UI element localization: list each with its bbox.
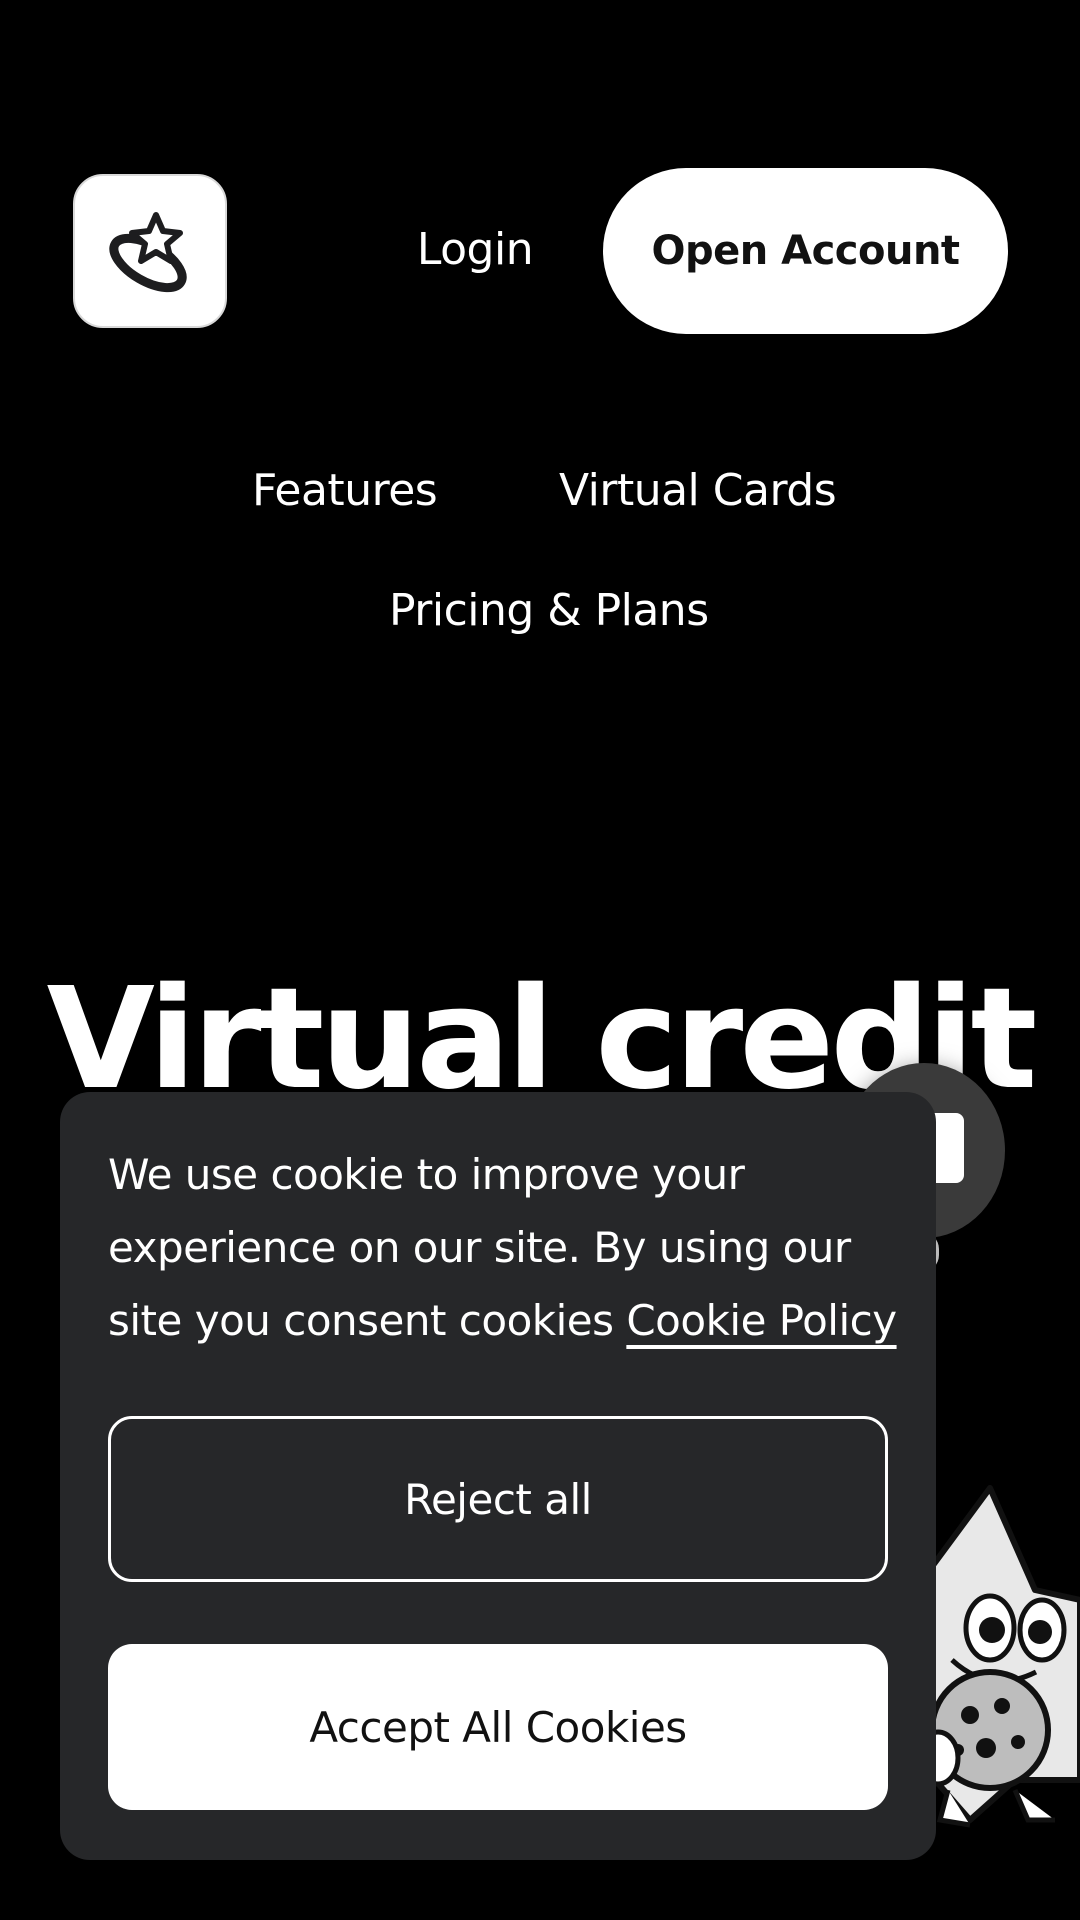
- reject-all-button[interactable]: Reject all: [108, 1416, 888, 1582]
- nav-item-features[interactable]: Features: [252, 461, 438, 521]
- cookie-consent-panel: We use cookie to improve your experience…: [60, 1092, 936, 1860]
- cookie-message: We use cookie to improve your experience…: [108, 1138, 908, 1357]
- cookie-policy-link[interactable]: Cookie Policy: [626, 1296, 897, 1345]
- nav-item-pricing-plans[interactable]: Pricing & Plans: [389, 581, 709, 641]
- open-account-button[interactable]: Open Account: [603, 168, 1008, 334]
- logo[interactable]: [73, 174, 227, 328]
- nav-item-virtual-cards[interactable]: Virtual Cards: [559, 461, 837, 521]
- login-link[interactable]: Login: [395, 220, 555, 280]
- accept-all-cookies-button[interactable]: Accept All Cookies: [108, 1644, 888, 1810]
- star-orbit-icon: [109, 212, 187, 293]
